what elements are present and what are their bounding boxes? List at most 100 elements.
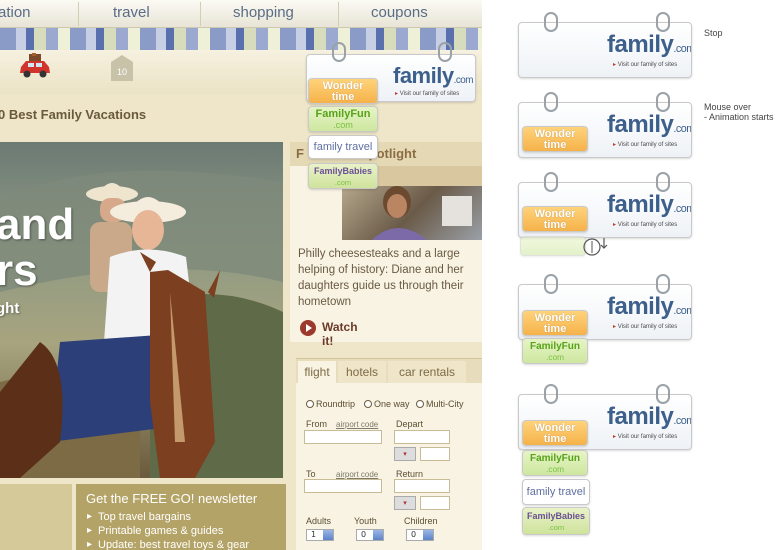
return-time-field[interactable] (420, 496, 450, 510)
wondertime-tab[interactable]: Wonder time (308, 78, 378, 104)
familybabies-tab[interactable]: FamilyBabies .com (522, 507, 590, 535)
familyfun-tab[interactable]: FamilyFun .com (308, 106, 378, 132)
depart-date-field[interactable] (394, 430, 450, 444)
familybabies-bottom: .com (547, 523, 565, 532)
familyfun-bottom: .com (333, 120, 353, 130)
wondertime-bottom: time (331, 91, 355, 103)
familybabies-top: FamilyBabies (526, 511, 586, 521)
nav-item-travel[interactable]: travel (113, 4, 150, 21)
family-sub-link[interactable]: Visit our family of sites (613, 323, 678, 330)
wondertime-tab[interactable]: Wonder time (522, 310, 588, 336)
newsletter-box: Get the FREE GO! newsletter Top travel b… (76, 484, 286, 550)
adults-stepper[interactable]: 1 (306, 529, 334, 541)
depart-label: Depart (396, 419, 424, 429)
nav-item-vacation[interactable]: ation (0, 4, 31, 21)
family-sub-link[interactable]: Visit our family of sites (613, 61, 678, 68)
tab-car-rentals[interactable]: car rentals (388, 361, 466, 383)
binder-ring-icon (656, 12, 670, 32)
binder-ring-icon (438, 42, 452, 62)
ten-badge-icon: 10 (111, 55, 133, 81)
nav-item-coupons[interactable]: coupons (371, 4, 428, 21)
nav-item-shopping[interactable]: shopping (233, 4, 294, 21)
family-com-logo: family.com (607, 403, 691, 431)
familytravel-tab[interactable]: family travel (308, 135, 378, 159)
tab-flight[interactable]: flight (298, 361, 336, 383)
family-com-logo: family.com (607, 191, 691, 219)
calendar-icon[interactable]: ▾ (394, 496, 416, 510)
decorative-stripe-banner (0, 28, 482, 50)
radio-one-way[interactable]: One way (364, 399, 410, 409)
familyfun-tab[interactable]: FamilyFun .com (522, 338, 588, 364)
wondertime-bottom: time (543, 139, 567, 151)
radio-circle-icon (416, 400, 424, 408)
hero-photo[interactable]: and rs ght (0, 142, 283, 478)
family-word: family (393, 63, 454, 88)
calendar-icon[interactable]: ▾ (394, 447, 416, 461)
family-com-logo: family.com (607, 111, 691, 139)
depart-time-field[interactable] (420, 447, 450, 461)
familybabies-tab[interactable]: FamilyBabies .com (308, 163, 378, 189)
newsletter-item[interactable]: Top travel bargains (87, 511, 191, 523)
family-sub-link[interactable]: Visit our family of sites (613, 221, 678, 228)
radio-circle-icon (364, 400, 372, 408)
binder-ring-icon (544, 92, 558, 112)
radio-roundtrip[interactable]: Roundtrip (306, 399, 355, 409)
left-footer-strip (0, 484, 72, 550)
family-tld: .com (673, 305, 691, 317)
family-word: family (607, 293, 674, 320)
family-word: family (607, 191, 674, 218)
family-word: family (607, 111, 674, 138)
nav-divider (200, 2, 201, 26)
site-mockup: ation travel shopping coupons 10 0 Best … (0, 0, 482, 550)
cursor-pointer-icon (583, 238, 608, 256)
family-word: family (607, 31, 674, 58)
newsletter-title[interactable]: Get the FREE GO! newsletter (86, 491, 257, 506)
family-tld: .com (673, 415, 691, 427)
from-field[interactable] (304, 430, 382, 444)
return-date-field[interactable] (394, 479, 450, 493)
from-label: From (306, 419, 327, 429)
top-navigation: ation travel shopping coupons (0, 0, 482, 28)
family-com-logo: family.com (393, 63, 474, 89)
children-stepper[interactable]: 0 (406, 529, 434, 541)
family-tld: .com (673, 123, 691, 135)
newsletter-item[interactable]: Update: best travel toys & gear (87, 539, 249, 550)
binder-ring-icon (544, 274, 558, 294)
spotlight-description: Philly cheesesteaks and a large helping … (298, 248, 464, 308)
tab-hotels[interactable]: hotels (338, 361, 386, 383)
airport-code-link[interactable]: airport code (336, 420, 378, 429)
familyfun-top: FamilyFun (529, 341, 580, 352)
svg-text:10: 10 (117, 67, 127, 77)
wondertime-tab[interactable]: Wonder time (522, 206, 588, 232)
familytravel-tab[interactable]: family travel (522, 479, 590, 505)
binder-ring-icon (544, 12, 558, 32)
familyfun-bottom: .com (545, 464, 565, 474)
family-sub-link[interactable]: Visit our family of sites (613, 433, 678, 440)
travel-booking-widget: flight hotels car rentals Roundtrip One … (296, 358, 482, 550)
binder-ring-icon (656, 92, 670, 112)
wondertime-tab[interactable]: Wonder time (522, 420, 588, 446)
family-sub-link[interactable]: Visit our family of sites (613, 141, 678, 148)
binder-ring-icon (656, 172, 670, 192)
play-icon (300, 320, 316, 336)
family-tld: .com (673, 203, 691, 215)
hero-headline-line-2: rs (0, 246, 38, 295)
familyfun-top: FamilyFun (529, 453, 580, 464)
youth-stepper[interactable]: 0 (356, 529, 384, 541)
wondertime-bottom: time (543, 219, 567, 231)
nav-divider (78, 2, 79, 26)
wondertime-bottom: time (543, 433, 567, 445)
binder-ring-icon (656, 274, 670, 294)
familyfun-tab-sliding (520, 236, 586, 256)
airport-code-link[interactable]: airport code (336, 470, 378, 479)
to-label: To (306, 469, 316, 479)
radio-multi-city[interactable]: Multi-City (416, 399, 464, 409)
wondertime-bottom: time (543, 323, 567, 335)
car-icon (20, 53, 50, 78)
to-field[interactable] (304, 479, 382, 493)
family-sub-link[interactable]: Visit our family of sites (395, 90, 460, 97)
wondertime-tab[interactable]: Wonder time (522, 126, 588, 152)
familyfun-top: FamilyFun (315, 108, 371, 120)
newsletter-item[interactable]: Printable games & guides (87, 525, 223, 537)
familyfun-tab[interactable]: FamilyFun .com (522, 450, 588, 476)
